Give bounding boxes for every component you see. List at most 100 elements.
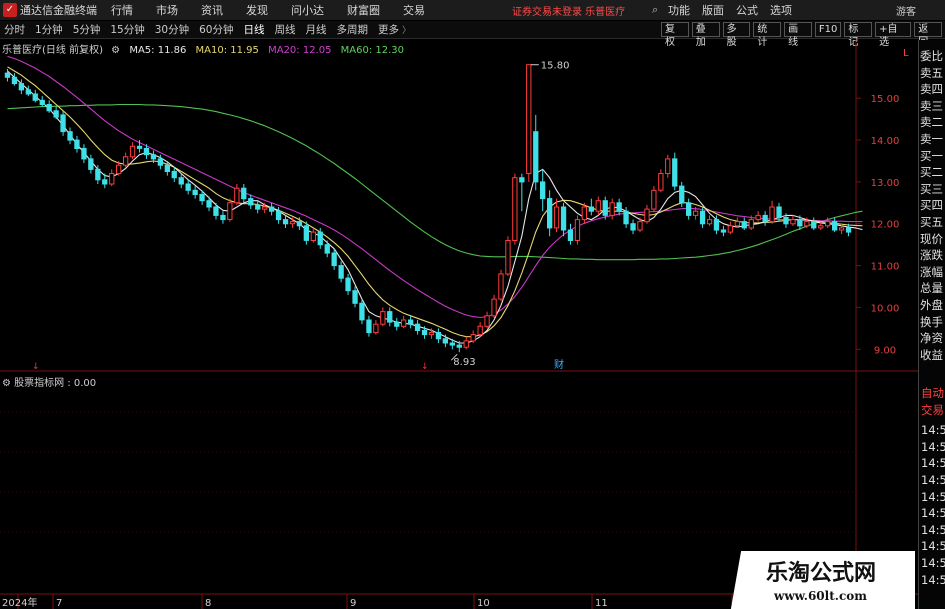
candle-body — [296, 221, 303, 227]
candle-body — [567, 229, 574, 241]
tick-time: 14:50 — [921, 472, 945, 487]
candle — [81, 144, 87, 164]
period-15min[interactable]: 15分钟 — [110, 22, 144, 37]
candle-body — [143, 147, 150, 156]
quote-row-label: 卖一 — [920, 131, 943, 146]
chart-tools: 复权 叠加 多股 统计 画线 F10 标记 +自选 返回 — [661, 22, 945, 48]
tool-draw[interactable]: 画线 — [784, 22, 812, 48]
tool-back[interactable]: 返回 — [914, 22, 943, 48]
candle — [352, 286, 358, 308]
menu-item-formula[interactable]: 公式 — [736, 2, 758, 18]
tick-time: 14:50 — [921, 489, 945, 504]
menu-item-market[interactable]: 市场 — [156, 2, 178, 18]
candle-body — [136, 145, 143, 149]
tool-mark[interactable]: 标记 — [844, 22, 873, 48]
finance-marker[interactable]: 财 — [554, 358, 564, 371]
chart-legend: 乐普医疗(日线 前复权) ⚙ MA5: 11.86 MA10: 11.95 MA… — [2, 41, 404, 56]
search-icon[interactable]: ⌕ — [652, 3, 658, 17]
auto-trade-label[interactable]: 自动 — [920, 385, 945, 402]
candle — [595, 196, 601, 216]
site-watermark: 乐淘公式网 www.60lt.com — [730, 551, 915, 609]
candle — [540, 169, 546, 212]
candle — [512, 173, 518, 245]
menu-item-discover[interactable]: 发现 — [246, 2, 268, 18]
candle-body — [331, 252, 337, 267]
tool-adjust[interactable]: 复权 — [661, 22, 689, 48]
quote-row-label: 收益 — [920, 347, 943, 362]
period-daily[interactable]: 日线 — [244, 22, 265, 37]
tool-f10[interactable]: F10 — [814, 22, 842, 37]
candle-body — [123, 156, 129, 166]
candle — [630, 219, 636, 235]
candle-body — [825, 221, 831, 227]
candle — [755, 211, 761, 222]
candle-body — [595, 200, 601, 212]
candle — [129, 142, 136, 159]
trade-login-notice[interactable]: 证券交易未登录 乐普医疗 — [512, 3, 625, 18]
gear-icon[interactable]: ⚙ — [2, 378, 11, 389]
period-1min[interactable]: 1分钟 — [35, 22, 63, 37]
candle — [762, 211, 768, 226]
candle — [769, 200, 775, 224]
period-5min[interactable]: 5分钟 — [73, 22, 101, 37]
tick-time: 14:50 — [921, 506, 945, 521]
period-monthly[interactable]: 月线 — [306, 22, 327, 37]
event-marker[interactable]: ↓ — [421, 362, 429, 372]
candle — [658, 169, 664, 193]
event-marker[interactable]: ↓ — [32, 362, 40, 372]
tick-time: 14:50 — [921, 539, 945, 554]
tick-time: 14:50 — [921, 522, 945, 537]
auto-trade-label[interactable]: 交易 — [920, 402, 945, 419]
gear-icon[interactable]: ⚙ — [111, 45, 120, 56]
menu-item-quotes[interactable]: 行情 — [111, 2, 133, 18]
chevron-right-icon[interactable]: 〉 — [402, 23, 411, 36]
indicator-grid — [0, 411, 856, 533]
candle-body — [449, 342, 456, 346]
price-tick-label: 10.00 — [871, 303, 900, 314]
candle — [109, 169, 115, 187]
tool-stats[interactable]: 统计 — [753, 22, 782, 48]
indicator-title: ⚙ 股票指标网 : 0.00 — [2, 374, 96, 389]
candle-body — [512, 177, 518, 241]
candle — [651, 186, 657, 212]
candle-body — [838, 227, 845, 231]
candle-body — [727, 225, 734, 233]
menu-item-function[interactable]: 功能 — [668, 2, 690, 18]
candle-body — [734, 221, 741, 227]
quote-side-panel: 委比 卖五 卖四 卖三 卖二 卖一 买一 买二 买三 买四 买五 现价 涨跌 涨… — [918, 40, 945, 609]
tool-multi-stock[interactable]: 多股 — [722, 22, 751, 48]
axis-mode-label[interactable]: L — [903, 48, 909, 59]
tool-overlay[interactable]: 叠加 — [691, 22, 720, 48]
candle-body — [345, 277, 351, 292]
candle-body — [658, 173, 664, 191]
candle-body — [338, 265, 344, 279]
high-price-label: 15.80 — [541, 61, 570, 72]
tool-add-watchlist[interactable]: +自选 — [875, 22, 912, 48]
menu-item-trade[interactable]: 交易 — [403, 2, 425, 18]
quote-row-label: 现价 — [920, 231, 943, 246]
menu-item-wealth-circle[interactable]: 财富圈 — [347, 2, 380, 18]
candle-body — [574, 219, 581, 242]
guest-label[interactable]: 游客 — [896, 3, 916, 18]
candle-body — [442, 338, 449, 344]
tick-time: 14:50 — [921, 555, 945, 570]
candle — [498, 269, 504, 302]
candle — [505, 236, 511, 277]
period-timeshare[interactable]: 分时 — [4, 22, 25, 37]
candle-body — [262, 206, 268, 210]
candle — [470, 330, 476, 343]
menu-item-news[interactable]: 资讯 — [201, 2, 223, 18]
kline-chart[interactable]: 15.00 14.00 13.00 12.00 11.00 10.00 9.00 2024年… — [0, 40, 918, 609]
candle — [790, 215, 796, 226]
period-60min[interactable]: 60分钟 — [199, 22, 233, 37]
candle — [672, 152, 678, 191]
menu-item-options[interactable]: 选项 — [770, 2, 792, 18]
stock-title[interactable]: 乐普医疗(日线 前复权) — [2, 45, 103, 56]
period-more[interactable]: 更多 — [378, 22, 399, 37]
menu-item-ask[interactable]: 问小达 — [291, 2, 324, 18]
period-weekly[interactable]: 周线 — [275, 22, 296, 37]
period-30min[interactable]: 30分钟 — [155, 22, 189, 37]
candle — [567, 223, 574, 245]
menu-item-layout[interactable]: 版面 — [702, 2, 724, 18]
period-multi[interactable]: 多周期 — [337, 22, 369, 37]
